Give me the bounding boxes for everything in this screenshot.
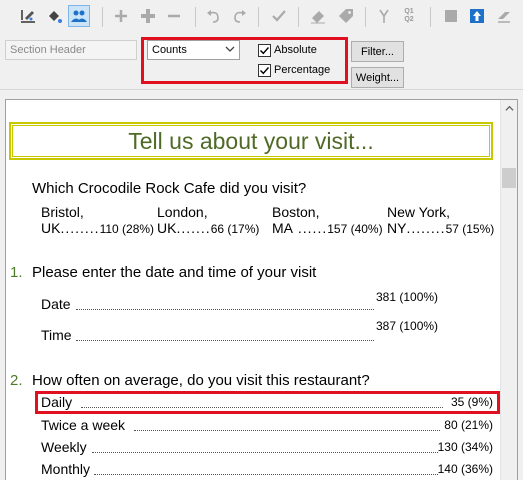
report-document: Tell us about your visit... Which Crocod… bbox=[5, 99, 518, 480]
toolbar-separator bbox=[195, 7, 196, 27]
minus-icon[interactable] bbox=[163, 5, 185, 27]
option-value: 57 (15%) bbox=[445, 222, 495, 236]
option-line1: Bristol, bbox=[41, 204, 84, 220]
filter-button[interactable]: Filter... bbox=[351, 41, 404, 62]
row-value: 381 (100%) bbox=[376, 290, 439, 304]
row-value: 140 (36%) bbox=[437, 462, 493, 476]
option-value: 157 (40%) bbox=[327, 222, 383, 236]
dot-leader bbox=[76, 309, 374, 310]
row-value: 130 (34%) bbox=[437, 440, 493, 454]
question-number: 1. bbox=[10, 264, 23, 281]
question-text: Please enter the date and time of your v… bbox=[32, 264, 317, 281]
option-value: 66 (17%) bbox=[210, 222, 260, 236]
option-line2: MA ......157 (40%) bbox=[272, 220, 383, 236]
paint-bucket-icon[interactable] bbox=[43, 5, 65, 27]
section-header-dropdown[interactable]: Section Header bbox=[5, 40, 137, 60]
toolbar-separator bbox=[102, 7, 103, 27]
vertical-scrollbar[interactable] bbox=[500, 100, 517, 480]
redo-icon[interactable] bbox=[228, 5, 250, 27]
option-line2: UK........110 (28%) bbox=[41, 220, 155, 236]
question-number: 2. bbox=[10, 372, 23, 389]
row-value: 80 (21%) bbox=[444, 418, 493, 432]
highlight-box-options bbox=[141, 37, 348, 84]
row-label: Time bbox=[41, 327, 72, 343]
toolbar-separator bbox=[430, 7, 431, 27]
stop-icon[interactable] bbox=[440, 5, 462, 27]
toolbar-separator bbox=[365, 7, 366, 27]
checkmark-icon[interactable] bbox=[268, 5, 290, 27]
edit-pen-icon[interactable] bbox=[17, 5, 39, 27]
dot-leader bbox=[94, 474, 438, 475]
scrollbar-thumb[interactable] bbox=[502, 168, 516, 188]
row-label: Twice a week bbox=[41, 417, 126, 433]
highlight-box-daily bbox=[35, 391, 500, 414]
scroll-up-button[interactable] bbox=[501, 100, 517, 117]
option-value: 110 (28%) bbox=[99, 222, 155, 236]
section-title-box: Tell us about your visit... bbox=[9, 122, 493, 160]
option-line1: London, bbox=[157, 204, 208, 220]
eraser-icon[interactable] bbox=[307, 5, 329, 27]
tag-icon[interactable] bbox=[335, 5, 357, 27]
question-text: How often on average, do you visit this … bbox=[32, 372, 370, 389]
dot-leader bbox=[92, 452, 438, 453]
question-text: Which Crocodile Rock Cafe did you visit? bbox=[32, 180, 307, 197]
row-label: Monthly bbox=[41, 461, 91, 477]
option-line2: NY........57 (15%) bbox=[387, 220, 495, 236]
undo-icon[interactable] bbox=[203, 5, 225, 27]
toolbar-separator bbox=[298, 7, 299, 27]
row-label: Weekly bbox=[41, 439, 87, 455]
layers-icon[interactable] bbox=[493, 5, 515, 27]
option-line1: Boston, bbox=[272, 204, 320, 220]
toolbar: Q1 Q2 bbox=[0, 0, 523, 34]
row-label: Date bbox=[41, 296, 71, 312]
plus-bold-icon[interactable] bbox=[137, 5, 159, 27]
toolbar-separator bbox=[258, 7, 259, 27]
q2-label: Q2 bbox=[404, 16, 414, 23]
dot-leader bbox=[76, 340, 374, 341]
weight-button[interactable]: Weight... bbox=[351, 67, 404, 88]
q1-label: Q1 bbox=[404, 8, 414, 15]
branch-icon[interactable] bbox=[373, 5, 395, 27]
q1-q2-icon[interactable]: Q1 Q2 bbox=[398, 5, 420, 27]
option-line2: UK.......66 (17%) bbox=[157, 220, 260, 236]
row-value: 387 (100%) bbox=[376, 319, 439, 333]
plus-icon[interactable] bbox=[110, 5, 132, 27]
chevron-up-icon bbox=[505, 105, 514, 111]
option-line1: New York, bbox=[387, 204, 451, 220]
upload-icon[interactable] bbox=[466, 5, 488, 27]
page-title: Tell us about your visit... bbox=[128, 127, 374, 154]
dot-leader bbox=[134, 430, 440, 431]
options-bar: Section Header Counts Absolute Percentag… bbox=[0, 34, 523, 90]
users-icon[interactable] bbox=[68, 5, 90, 27]
